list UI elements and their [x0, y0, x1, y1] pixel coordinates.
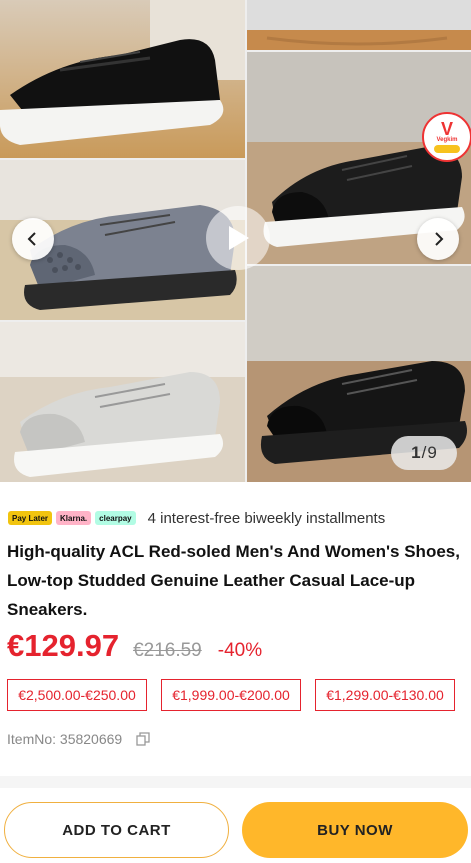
clearpay-logo: clearpay — [95, 511, 136, 525]
price-row: €129.97 €216.59 -40% — [7, 628, 262, 664]
original-price: €216.59 — [133, 640, 202, 661]
product-image-top-partial[interactable] — [247, 0, 471, 50]
product-image-gallery[interactable]: V Vegkim 1 / 9 — [0, 0, 471, 482]
add-to-cart-button[interactable]: ADD TO CART — [4, 802, 229, 858]
product-image-light-gray-studded[interactable] — [0, 322, 245, 482]
discount-percent: -40% — [217, 640, 263, 661]
play-video-button[interactable] — [206, 206, 270, 270]
product-title: High-quality ACL Red-soled Men's And Wom… — [7, 542, 460, 619]
badge-label: Vegkim — [436, 137, 458, 143]
price-tier-option[interactable]: €1,999.00-€200.00 — [161, 679, 301, 711]
counter-current: 1 — [411, 443, 421, 462]
item-number-row: ItemNo: 35820669 — [7, 731, 150, 747]
klarna-logo: Klarna. — [56, 511, 92, 525]
bottom-action-bar: ADD TO CART BUY NOW — [0, 790, 471, 863]
image-counter: 1 / 9 — [391, 436, 457, 470]
counter-total: 9 — [427, 443, 437, 462]
next-image-button[interactable] — [417, 218, 459, 260]
current-price: €129.97 — [7, 628, 120, 663]
counter-separator: / — [421, 443, 427, 462]
buy-now-button[interactable]: BUY NOW — [242, 802, 468, 858]
chevron-right-icon — [435, 232, 444, 246]
paypal-paylater-logo: Pay Later — [8, 511, 53, 525]
copy-icon[interactable] — [136, 732, 150, 746]
price-tier-option[interactable]: €2,500.00-€250.00 — [7, 679, 147, 711]
brand-badge: V Vegkim — [422, 112, 471, 162]
play-icon — [229, 226, 249, 250]
payment-options[interactable]: Pay Later Klarna. clearpay 4 interest-fr… — [8, 507, 385, 529]
product-image-black-suede[interactable] — [0, 0, 245, 158]
previous-image-button[interactable] — [12, 218, 54, 260]
badge-letter: V — [440, 119, 453, 139]
price-tier-option[interactable]: €1,299.00-€130.00 — [315, 679, 455, 711]
installment-text: 4 interest-free biweekly installments — [147, 509, 386, 527]
coin-icon — [434, 145, 460, 153]
chevron-left-icon — [27, 232, 36, 246]
item-number: ItemNo: 35820669 — [7, 731, 123, 747]
section-divider — [0, 776, 471, 788]
